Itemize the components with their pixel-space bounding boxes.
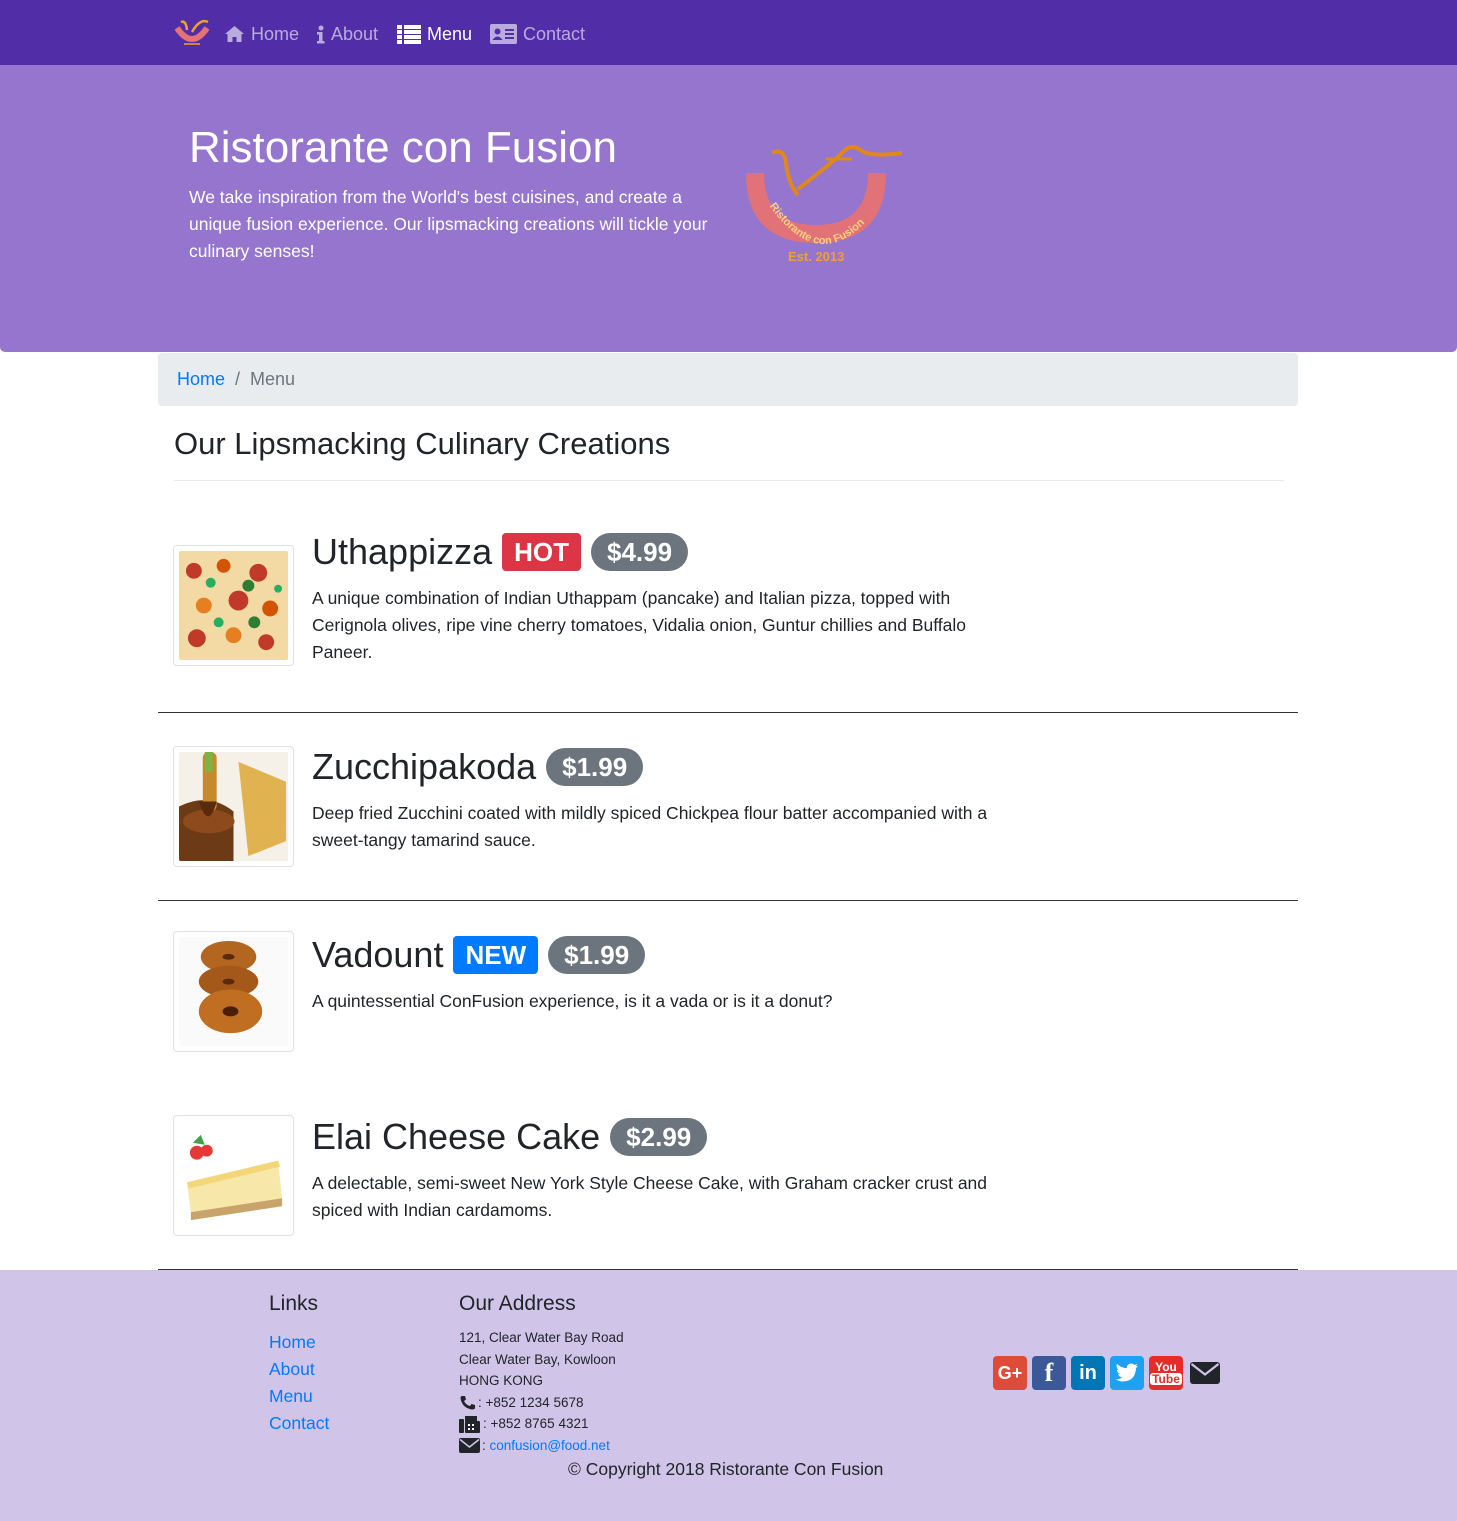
address-line: HONG KONG bbox=[459, 1373, 544, 1389]
restaurant-logo-icon[interactable] bbox=[172, 16, 212, 50]
nav-home-label: Home bbox=[251, 23, 300, 44]
breadcrumb-separator: / bbox=[235, 369, 241, 389]
nav-about[interactable]: About bbox=[316, 20, 378, 48]
fax-icon bbox=[459, 1415, 480, 1433]
nav-home[interactable]: Home bbox=[224, 20, 299, 48]
dish-name: Vadount bbox=[312, 934, 444, 975]
copyright-text: © Copyright 2018 Ristorante Con Fusion bbox=[568, 1459, 884, 1479]
price-badge: $1.99 bbox=[546, 748, 644, 786]
facebook-icon[interactable]: f bbox=[1032, 1356, 1066, 1390]
footer-link-about[interactable]: About bbox=[269, 1356, 329, 1383]
youtube-bottom-text: Tube bbox=[1150, 1372, 1182, 1386]
envelope-icon bbox=[459, 1438, 480, 1454]
mail-icon[interactable] bbox=[1188, 1356, 1222, 1390]
vadount-image bbox=[179, 937, 288, 1046]
social-links: G+ f in You Tube bbox=[993, 1356, 1227, 1390]
price-badge: $4.99 bbox=[591, 533, 689, 571]
price-badge: $2.99 bbox=[610, 1118, 708, 1156]
dish-body: Uthappizza HOT $4.99 A unique combinatio… bbox=[312, 530, 1012, 666]
footer-links-heading: Links bbox=[269, 1292, 319, 1315]
restaurant-title: Ristorante con Fusion bbox=[189, 123, 617, 172]
breadcrumb: Home / Menu bbox=[158, 353, 1298, 406]
dish-image[interactable] bbox=[173, 931, 294, 1052]
footer-link-home[interactable]: Home bbox=[269, 1329, 329, 1356]
dish-name: Zucchipakoda bbox=[312, 746, 537, 787]
fax-row: : +852 8765 4321 bbox=[459, 1413, 624, 1435]
cheese-cake-image bbox=[179, 1121, 288, 1230]
home-icon bbox=[225, 26, 244, 42]
dish-header: Zucchipakoda $1.99 bbox=[312, 745, 1012, 789]
address-card-icon bbox=[490, 24, 517, 44]
dish-divider bbox=[158, 712, 1298, 713]
zucchipakoda-image bbox=[179, 752, 288, 861]
dish-image[interactable] bbox=[173, 1115, 294, 1236]
dish-body: Vadount NEW $1.99 A quintessential ConFu… bbox=[312, 933, 1012, 1015]
footer-link-contact[interactable]: Contact bbox=[269, 1410, 329, 1437]
footer-links: Home About Menu Contact bbox=[269, 1329, 329, 1437]
info-icon bbox=[317, 25, 325, 43]
nav-menu[interactable]: Menu bbox=[397, 20, 472, 48]
dish-body: Elai Cheese Cake $2.99 A delectable, sem… bbox=[312, 1115, 1012, 1224]
list-icon bbox=[397, 24, 421, 44]
footer: Links Home About Menu Contact Our Addres… bbox=[0, 1270, 1457, 1521]
address-line: Clear Water Bay, Kowloon bbox=[459, 1351, 616, 1367]
dish-image[interactable] bbox=[173, 545, 294, 666]
breadcrumb-home-link[interactable]: Home bbox=[177, 369, 225, 390]
nav-contact-label: Contact bbox=[523, 23, 586, 44]
linkedin-icon[interactable]: in bbox=[1071, 1356, 1105, 1390]
fax-number: : +852 8765 4321 bbox=[483, 1416, 589, 1432]
dish-description: A quintessential ConFusion experience, i… bbox=[312, 991, 833, 1011]
nav-about-label: About bbox=[331, 23, 379, 44]
footer-link-menu[interactable]: Menu bbox=[269, 1383, 329, 1410]
dish-body: Zucchipakoda $1.99 Deep fried Zucchini c… bbox=[312, 745, 1012, 854]
email-prefix: : bbox=[482, 1437, 486, 1453]
logo-est-text: Est. 2013 bbox=[788, 249, 844, 264]
navbar: Home About Menu Contact bbox=[0, 0, 1457, 65]
twitter-icon[interactable] bbox=[1110, 1356, 1144, 1390]
phone-row: : +852 1234 5678 bbox=[459, 1392, 624, 1414]
dish-name: Elai Cheese Cake bbox=[312, 1116, 601, 1157]
new-badge: NEW bbox=[453, 936, 539, 974]
breadcrumb-current: Menu bbox=[250, 369, 296, 389]
dish-header: Uthappizza HOT $4.99 bbox=[312, 530, 1012, 574]
phone-number: : +852 1234 5678 bbox=[478, 1394, 584, 1410]
price-badge: $1.99 bbox=[548, 936, 646, 974]
dish-description: Deep fried Zucchini coated with mildly s… bbox=[312, 803, 988, 850]
email-row: : confusion@food.net bbox=[459, 1435, 624, 1457]
dish-description: A unique combination of Indian Uthappam … bbox=[312, 588, 967, 662]
phone-icon bbox=[460, 1396, 475, 1410]
nav-contact[interactable]: Contact bbox=[490, 20, 585, 48]
hot-badge: HOT bbox=[502, 533, 581, 571]
youtube-icon[interactable]: You Tube bbox=[1149, 1356, 1183, 1390]
address-line: 121, Clear Water Bay Road bbox=[459, 1330, 624, 1345]
nav-menu-label: Menu bbox=[427, 23, 473, 44]
jumbotron: Ristorante con Fusion We take inspiratio… bbox=[0, 65, 1457, 352]
page-title: Our Lipsmacking Culinary Creations bbox=[174, 426, 671, 461]
footer-address: 121, Clear Water Bay Road Clear Water Ba… bbox=[459, 1327, 624, 1457]
uthappizza-image bbox=[179, 551, 288, 660]
email-link[interactable]: confusion@food.net bbox=[490, 1435, 610, 1457]
dish-header: Vadount NEW $1.99 bbox=[312, 933, 1012, 977]
heading-divider bbox=[174, 480, 1284, 481]
footer-address-heading: Our Address bbox=[459, 1292, 576, 1315]
dish-divider bbox=[158, 900, 1298, 901]
dish-image[interactable] bbox=[173, 746, 294, 867]
restaurant-logo-large-icon: Ristorante con Fusion Est. 2013 bbox=[746, 145, 903, 264]
restaurant-tagline: We take inspiration from the World's bes… bbox=[189, 187, 708, 261]
dish-header: Elai Cheese Cake $2.99 bbox=[312, 1115, 1012, 1159]
dish-name: Uthappizza bbox=[312, 531, 493, 572]
google-plus-icon[interactable]: G+ bbox=[993, 1356, 1027, 1390]
dish-description: A delectable, semi-sweet New York Style … bbox=[312, 1173, 988, 1220]
